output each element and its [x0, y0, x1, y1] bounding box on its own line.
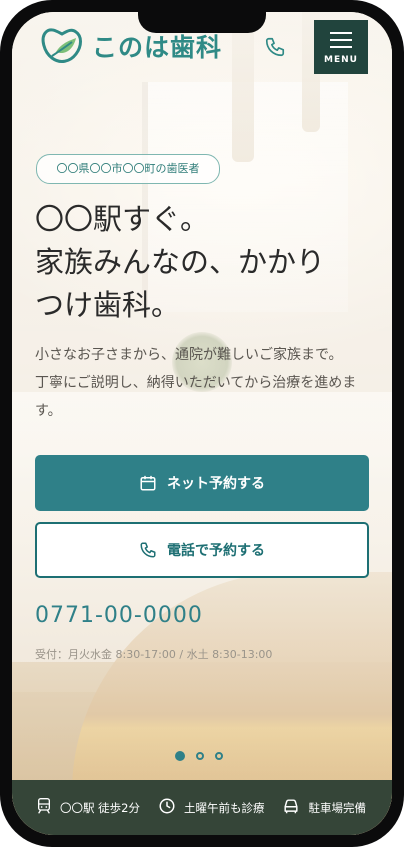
- info-item-saturday: 土曜午前も診療: [158, 797, 265, 818]
- info-item-parking: 駐車場完備: [282, 798, 366, 817]
- info-bar: 〇〇駅 徒歩2分 土曜午前も診療 駐車場完備: [12, 780, 392, 835]
- carousel-dot-3[interactable]: [215, 752, 223, 760]
- tooth-logo-icon: [38, 26, 86, 66]
- phone-frame: このは歯科 MENU 〇〇県〇〇市〇〇町の歯医者 〇〇駅すぐ。 家族みんなの、か…: [0, 0, 404, 847]
- tel-reserve-button[interactable]: 電話で予約する: [35, 522, 369, 578]
- info-parking-label: 駐車場完備: [308, 800, 366, 815]
- hero-lead-text: 小さなお子さまから、通院が難しいご家族まで。 丁寧にご説明し、納得いただいてから…: [35, 347, 357, 419]
- car-icon: [282, 798, 300, 817]
- net-reserve-label: ネット予約する: [167, 476, 265, 492]
- phone-notch: [138, 0, 266, 33]
- reception-hours: 受付：月火水金 8:30-17:00 / 水土 8:30-13:00: [35, 648, 273, 661]
- clock-icon: [158, 797, 176, 818]
- carousel-dot-1[interactable]: [175, 751, 185, 761]
- train-icon: [36, 797, 52, 818]
- menu-button[interactable]: MENU: [314, 20, 368, 74]
- menu-label: MENU: [324, 55, 358, 65]
- hero-headline: 〇〇駅すぐ。 家族みんなの、かかり つけ歯科。: [35, 202, 326, 322]
- carousel-indicators: [175, 751, 223, 761]
- location-badge: 〇〇県〇〇市〇〇町の歯医者: [36, 154, 220, 184]
- info-station-label: 〇〇駅 徒歩2分: [60, 800, 140, 815]
- hero-content: 〇〇県〇〇市〇〇町の歯医者 〇〇駅すぐ。 家族みんなの、かかり つけ歯科。 小さ…: [12, 12, 392, 835]
- phone-call-icon[interactable]: [264, 36, 286, 58]
- hamburger-icon: [330, 32, 352, 53]
- net-reserve-button[interactable]: ネット予約する: [35, 455, 369, 511]
- carousel-dot-2[interactable]: [196, 752, 204, 760]
- screen: このは歯科 MENU 〇〇県〇〇市〇〇町の歯医者 〇〇駅すぐ。 家族みんなの、か…: [12, 12, 392, 835]
- tel-reserve-label: 電話で予約する: [167, 543, 265, 559]
- info-item-station: 〇〇駅 徒歩2分: [36, 797, 140, 818]
- logo-text: このは歯科: [92, 33, 223, 62]
- info-saturday-label: 土曜午前も診療: [183, 800, 265, 815]
- calendar-icon: [139, 474, 157, 492]
- phone-icon: [139, 541, 157, 559]
- phone-number[interactable]: 0771-00-0000: [35, 603, 203, 628]
